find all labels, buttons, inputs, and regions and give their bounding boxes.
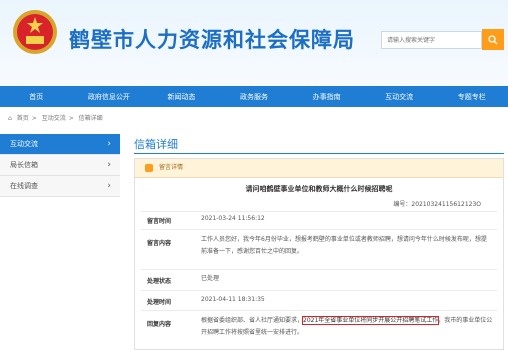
nav-gov-info[interactable]: 政府信息公开 — [73, 92, 146, 102]
breadcrumb-current: 信箱详细 — [78, 115, 103, 122]
row-label-status: 处理状态 — [147, 278, 172, 285]
panel-header: 留言详情 — [135, 159, 503, 178]
row-value-status: 已处理 — [201, 275, 220, 282]
chevron-right-icon: › — [107, 181, 111, 191]
message-icon — [145, 164, 153, 172]
nav-interaction[interactable]: 互动交流 — [363, 92, 436, 102]
row-label-time: 留言时间 — [147, 218, 172, 225]
sidebar: 互动交流 › 局长信箱 › 在线调查 › — [0, 134, 120, 197]
search-icon — [488, 34, 498, 44]
sidebar-item-survey[interactable]: 在线调查 › — [0, 176, 120, 197]
message-id: 编号：20210324115612123O — [393, 201, 481, 208]
divider — [141, 211, 497, 212]
row-label-reply: 回复内容 — [147, 321, 172, 328]
divider — [141, 290, 497, 291]
main-nav: 首页 政府信息公开 新闻动态 政务服务 办事指南 互动交流 专题专栏 — [0, 86, 508, 107]
site-header: 鹤壁市人力资源和社会保障局 请输入搜索关键字 — [0, 0, 508, 86]
row-value-handled-time: 2021-04-11 18:31:35 — [201, 296, 265, 303]
sidebar-item-interaction[interactable]: 互动交流 › — [0, 134, 120, 155]
nav-guide[interactable]: 办事指南 — [290, 92, 363, 102]
row-value-content: 工作人员您好，我今年6月份毕业，想报考鹤壁的事业单位或者教师招聘，想请问今年什么… — [201, 236, 487, 255]
nav-gov-service[interactable]: 政务服务 — [218, 92, 291, 102]
message-title: 请问咱鹤壁事业单位和教师大概什么时候招聘呢 — [245, 185, 393, 193]
breadcrumb: ⌂ 首页 > 互动交流 > 信箱详细 — [8, 115, 103, 122]
site-title: 鹤壁市人力资源和社会保障局 — [69, 28, 355, 52]
section-title: 信箱详细 — [134, 138, 178, 151]
home-icon: ⌂ — [8, 115, 12, 122]
highlighted-text: 2021年全省事业单位将同步开展公开招聘笔试工作 — [302, 316, 440, 325]
row-label-content: 留言内容 — [147, 240, 172, 247]
national-emblem-icon — [13, 10, 57, 54]
search-button[interactable] — [482, 29, 504, 50]
chevron-right-icon: › — [107, 160, 111, 170]
panel-header-label: 留言详情 — [159, 164, 184, 171]
row-value-time: 2021-03-24 11:56:12 — [201, 215, 265, 222]
divider — [141, 310, 497, 311]
divider — [141, 229, 497, 230]
sidebar-item-mailbox[interactable]: 局长信箱 › — [0, 155, 120, 176]
breadcrumb-interaction[interactable]: 互动交流 — [42, 115, 66, 122]
message-panel: 留言详情 请问咱鹤壁事业单位和教师大概什么时候招聘呢 编号：2021032411… — [134, 158, 504, 350]
section-divider — [134, 153, 504, 154]
row-label-handled-time: 处理时间 — [147, 299, 172, 306]
row-value-reply: 根据省委组织部、省人社厅通知要求，2021年全省事业单位将同步开展公开招聘笔试工… — [201, 316, 493, 336]
nav-home[interactable]: 首页 — [0, 92, 73, 102]
nav-special[interactable]: 专题专栏 — [435, 92, 508, 102]
nav-news[interactable]: 新闻动态 — [145, 92, 218, 102]
search-input[interactable]: 请输入搜索关键字 — [381, 31, 482, 49]
breadcrumb-home[interactable]: 首页 — [17, 115, 29, 122]
chevron-right-icon: › — [107, 139, 111, 149]
divider — [141, 269, 497, 270]
